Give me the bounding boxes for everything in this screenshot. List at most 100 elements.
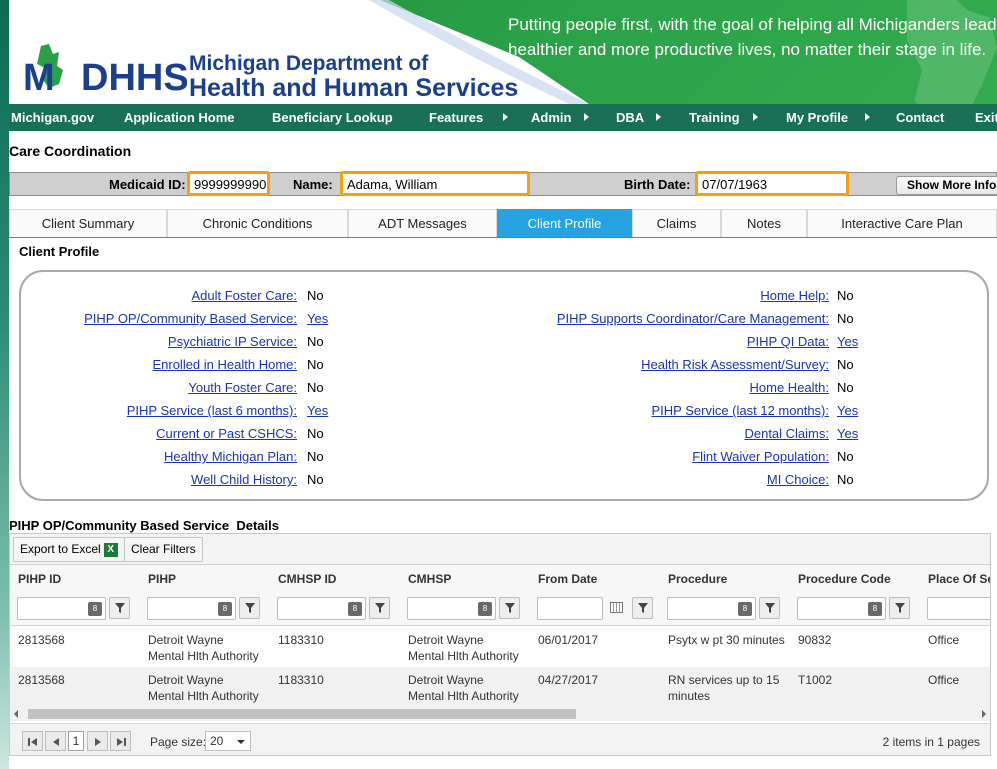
tab-chronic-conditions[interactable]: Chronic Conditions — [167, 209, 348, 237]
scrollbar-thumb[interactable] — [28, 709, 576, 719]
flint-waiver-link[interactable]: Flint Waiver Population: — [692, 449, 829, 465]
profile-row: PIHP QI Data: Yes — [461, 334, 961, 350]
nav-michigan-gov[interactable]: Michigan.gov — [11, 104, 94, 131]
profile-row: PIHP Service (last 12 months): Yes — [461, 403, 961, 419]
table-row[interactable]: 2813568 Detroit Wayne Mental Hlth Authori… — [10, 627, 990, 667]
scroll-left-icon[interactable] — [14, 710, 18, 718]
nav-contact[interactable]: Contact — [896, 104, 944, 131]
column-header-pihp-id[interactable]: PIHP ID — [18, 572, 61, 586]
show-more-info-button[interactable]: Show More Info — [896, 176, 997, 195]
youth-foster-care-value: No — [307, 380, 324, 395]
horizontal-scrollbar[interactable] — [10, 707, 990, 721]
pihp-qi-data-value[interactable]: Yes — [837, 334, 858, 350]
tab-notes[interactable]: Notes — [721, 209, 807, 237]
column-header-cmhsp[interactable]: CMHSP — [408, 572, 451, 586]
scroll-right-icon[interactable] — [982, 710, 986, 718]
cell-cmhsp-line2: Mental Hlth Authority — [408, 649, 519, 663]
column-header-procedure[interactable]: Procedure — [668, 572, 727, 586]
healthy-michigan-link[interactable]: Healthy Michigan Plan: — [164, 449, 297, 465]
cell-pihp-line2: Mental Hlth Authority — [148, 689, 259, 703]
column-header-procedure-code[interactable]: Procedure Code — [798, 572, 891, 586]
tab-claims[interactable]: Claims — [632, 209, 721, 237]
procedure-code-filter-button[interactable] — [889, 597, 910, 619]
tab-interactive-care-plan[interactable]: Interactive Care Plan — [807, 209, 997, 237]
nav-application-home[interactable]: Application Home — [124, 104, 235, 131]
cmhsp-filter-button[interactable] — [499, 597, 520, 619]
place-of-service-filter-input[interactable] — [927, 597, 990, 620]
psychiatric-ip-link[interactable]: Psychiatric IP Service: — [168, 334, 297, 350]
mdhhs-logo[interactable]: M DHHS — [19, 40, 189, 99]
pihp-service-6mo-link[interactable]: PIHP Service (last 6 months): — [127, 403, 297, 419]
tab-client-summary[interactable]: Client Summary — [9, 209, 167, 237]
previous-page-button[interactable] — [45, 731, 66, 751]
home-health-value: No — [837, 380, 854, 395]
nav-dba[interactable]: DBA — [616, 104, 644, 131]
table-row[interactable]: 2813568 Detroit Wayne Mental Hlth Authori… — [10, 667, 990, 707]
procedure-code-filter-input[interactable]: 8 — [797, 597, 886, 620]
export-to-excel-button[interactable]: Export to Excel X — [13, 537, 125, 562]
chevron-down-icon — [237, 740, 245, 744]
pihp-supports-coordinator-link[interactable]: PIHP Supports Coordinator/Care Managemen… — [557, 311, 829, 327]
pihp-service-12mo-value[interactable]: Yes — [837, 403, 858, 419]
procedure-filter-button[interactable] — [759, 597, 780, 619]
column-header-pihp[interactable]: PIHP — [148, 572, 176, 586]
cell-pihp: Detroit Wayne Mental Hlth Authority — [148, 672, 259, 704]
procedure-filter-input[interactable]: 8 — [667, 597, 756, 620]
pihp-filter-button[interactable] — [239, 597, 260, 619]
nav-my-profile[interactable]: My Profile — [786, 104, 848, 131]
cshcs-link[interactable]: Current or Past CSHCS: — [156, 426, 297, 442]
pihp-id-filter-button[interactable] — [109, 597, 130, 619]
cmhsp-id-filter-button[interactable] — [369, 597, 390, 619]
home-health-link[interactable]: Home Health: — [750, 380, 829, 396]
from-date-filter-input[interactable] — [537, 597, 603, 620]
cmhsp-filter-input[interactable]: 8 — [407, 597, 496, 620]
tab-adt-messages[interactable]: ADT Messages — [348, 209, 497, 237]
current-page[interactable]: 1 — [68, 731, 84, 751]
last-page-button[interactable] — [110, 731, 131, 751]
header-banner: M DHHS Michigan Department of Health and… — [9, 0, 997, 104]
pihp-service-12mo-link[interactable]: PIHP Service (last 12 months): — [652, 403, 830, 419]
cmhsp-id-filter-input[interactable]: 8 — [277, 597, 366, 620]
details-grid: Export to Excel X Clear Filters PIHP ID P… — [9, 533, 991, 756]
calendar-icon[interactable] — [610, 602, 623, 613]
birth-date-field[interactable]: 07/07/1963 — [695, 171, 849, 196]
tab-client-profile[interactable]: Client Profile — [497, 209, 632, 237]
my-profile-arrow-icon — [865, 113, 870, 121]
nav-training[interactable]: Training — [689, 104, 740, 131]
next-page-button[interactable] — [87, 731, 108, 751]
tagline-line1: Putting people first, with the goal of h… — [508, 15, 997, 34]
youth-foster-care-link[interactable]: Youth Foster Care: — [188, 380, 297, 396]
nav-admin[interactable]: Admin — [531, 104, 571, 131]
grid-toolbar: Export to Excel X Clear Filters — [10, 534, 990, 565]
dental-claims-link[interactable]: Dental Claims: — [744, 426, 829, 442]
nav-exit[interactable]: Exit — [975, 104, 997, 131]
medicaid-id-field[interactable]: 9999999990 — [187, 171, 270, 196]
cell-cmhsp: Detroit Wayne Mental Hlth Authority — [408, 632, 519, 664]
home-help-link[interactable]: Home Help: — [760, 288, 829, 304]
from-date-filter-button[interactable] — [632, 597, 653, 619]
column-header-place-of-service[interactable]: Place Of Service — [928, 572, 990, 586]
health-risk-assessment-link[interactable]: Health Risk Assessment/Survey: — [641, 357, 829, 373]
page-size-select[interactable]: 20 — [205, 731, 251, 751]
nav-beneficiary-lookup[interactable]: Beneficiary Lookup — [272, 104, 393, 131]
adult-foster-care-link[interactable]: Adult Foster Care: — [192, 288, 298, 304]
department-name: Michigan Department of Health and Human … — [189, 52, 518, 101]
pihp-op-community-value[interactable]: Yes — [307, 311, 328, 327]
pihp-qi-data-link[interactable]: PIHP QI Data: — [747, 334, 829, 350]
pihp-filter-input[interactable]: 8 — [147, 597, 236, 620]
dental-claims-value[interactable]: Yes — [837, 426, 858, 442]
pihp-service-6mo-value[interactable]: Yes — [307, 403, 328, 419]
mi-choice-link[interactable]: MI Choice: — [767, 472, 829, 488]
cell-cmhsp-line1: Detroit Wayne — [408, 673, 484, 687]
clear-filters-button[interactable]: Clear Filters — [124, 537, 203, 562]
first-page-button[interactable] — [22, 731, 43, 751]
column-header-cmhsp-id[interactable]: CMHSP ID — [278, 572, 336, 586]
name-field[interactable]: Adama, William — [340, 171, 530, 196]
nav-features[interactable]: Features — [429, 104, 483, 131]
pihp-op-community-link[interactable]: PIHP OP/Community Based Service: — [84, 311, 297, 327]
health-home-link[interactable]: Enrolled in Health Home: — [152, 357, 297, 373]
well-child-link[interactable]: Well Child History: — [191, 472, 297, 488]
numeric-filter-icon: 8 — [88, 602, 102, 616]
pihp-id-filter-input[interactable]: 8 — [17, 597, 106, 620]
column-header-from-date[interactable]: From Date — [538, 572, 597, 586]
